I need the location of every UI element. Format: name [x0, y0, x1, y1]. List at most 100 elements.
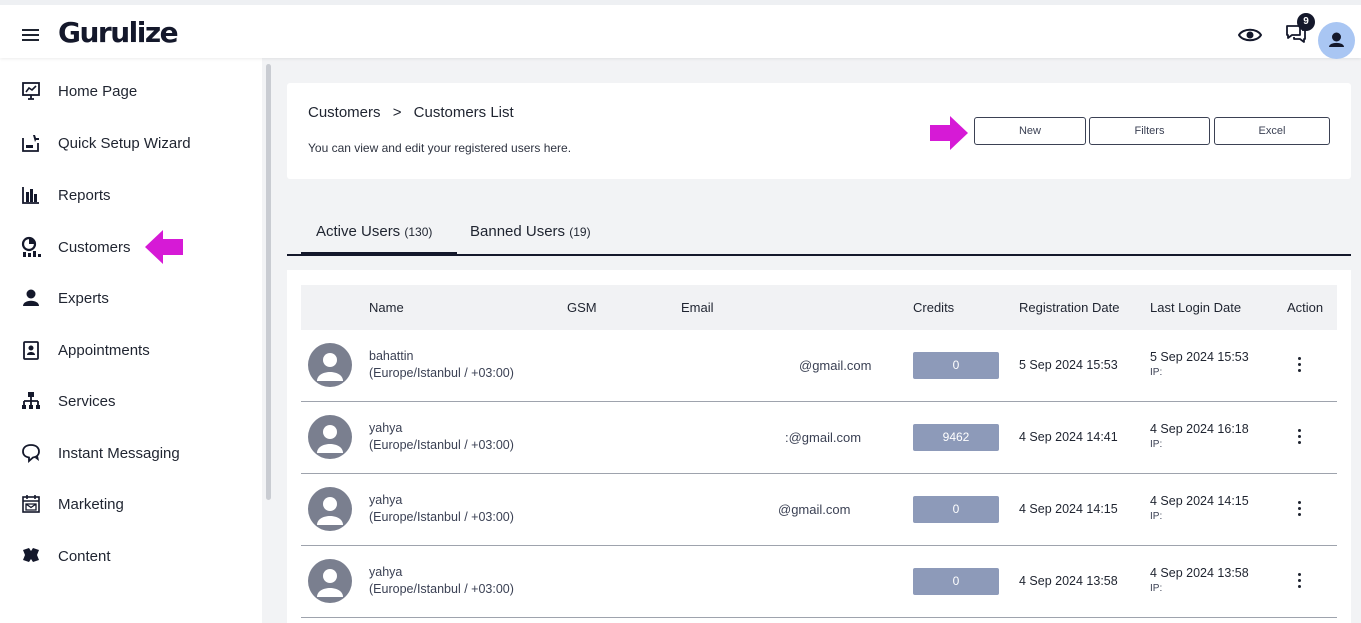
eye-icon[interactable] — [1238, 27, 1262, 43]
tab-active-users[interactable]: Active Users (130) — [316, 223, 432, 240]
user-avatar[interactable] — [1318, 22, 1355, 59]
sidebar-item-label: Experts — [58, 289, 109, 307]
customer-name: yahya — [369, 421, 403, 435]
sidebar-scrollbar[interactable] — [266, 64, 271, 500]
sidebar-item-home-page[interactable]: Home Page — [20, 79, 137, 103]
chat-icon — [22, 444, 40, 463]
customer-name-cell: yahya (Europe/Istanbul / +03:00) — [369, 492, 514, 526]
registration-date: 4 Sep 2024 14:41 — [1019, 430, 1118, 444]
credits-badge: 0 — [913, 496, 999, 523]
customer-email: :@gmail.com — [785, 430, 862, 445]
row-actions-kebab-icon[interactable] — [1298, 357, 1304, 375]
table-header: Name GSM Email Credits Registration Date… — [301, 285, 1337, 330]
tab-count: (130) — [404, 225, 433, 239]
last-login-ip: IP: — [1150, 511, 1163, 522]
app-logo[interactable]: Gurulize — [58, 16, 179, 49]
hamburger-menu-icon[interactable] — [22, 29, 39, 41]
customer-name: yahya — [369, 493, 403, 507]
column-header-last-login-date[interactable]: Last Login Date — [1150, 300, 1241, 315]
row-actions-kebab-icon[interactable] — [1298, 573, 1304, 591]
last-login-date: 4 Sep 2024 14:15 — [1150, 494, 1249, 508]
customer-avatar-icon — [308, 487, 352, 531]
sidebar-item-label: Customers — [58, 238, 131, 256]
filters-button[interactable]: Filters — [1089, 117, 1210, 145]
last-login-ip: IP: — [1150, 439, 1163, 450]
column-header-gsm[interactable]: GSM — [567, 300, 597, 315]
wizard-icon — [22, 135, 39, 152]
last-login-date: 5 Sep 2024 15:53 — [1150, 350, 1249, 364]
table-row[interactable]: yahya (Europe/Istanbul / +03:00) 0 4 Sep… — [301, 546, 1337, 618]
customer-timezone: (Europe/Istanbul / +03:00) — [369, 510, 514, 524]
sidebar-item-label: Quick Setup Wizard — [58, 134, 191, 152]
sidebar-item-label: Reports — [58, 186, 111, 204]
last-login-date: 4 Sep 2024 16:18 — [1150, 422, 1249, 436]
column-header-name[interactable]: Name — [369, 300, 404, 315]
sidebar-item-experts[interactable]: Experts — [20, 286, 109, 310]
credits-badge: 0 — [913, 352, 999, 379]
customer-name-cell: bahattin (Europe/Istanbul / +03:00) — [369, 348, 514, 382]
sidebar-item-services[interactable]: Services — [20, 389, 116, 413]
tab-count: (19) — [569, 225, 591, 239]
user-icon — [1329, 32, 1344, 47]
customers-table: Name GSM Email Credits Registration Date… — [287, 270, 1351, 623]
table-row[interactable]: yahya (Europe/Istanbul / +03:00) :@gmail… — [301, 402, 1337, 474]
customer-name: yahya — [369, 565, 403, 579]
notification-badge: 9 — [1297, 13, 1315, 31]
sidebar-item-content[interactable]: Content — [20, 544, 111, 568]
sidebar-item-customers[interactable]: Customers — [20, 235, 131, 259]
person-icon — [23, 289, 39, 306]
breadcrumb-root[interactable]: Customers — [308, 104, 381, 121]
breadcrumb-current: Customers List — [413, 104, 514, 121]
customer-avatar-icon — [308, 415, 352, 459]
sidebar-item-appointments[interactable]: Appointments — [20, 338, 150, 362]
sidebar-item-label: Content — [58, 547, 111, 565]
customer-name: bahattin — [369, 349, 414, 363]
last-login-cell: 5 Sep 2024 15:53 IP: — [1150, 349, 1249, 381]
last-login-date: 4 Sep 2024 13:58 — [1150, 566, 1249, 580]
sidebar-item-instant-messaging[interactable]: Instant Messaging — [20, 441, 180, 465]
sidebar-item-label: Home Page — [58, 82, 138, 100]
registration-date: 4 Sep 2024 13:58 — [1019, 574, 1118, 588]
customer-name-cell: yahya (Europe/Istanbul / +03:00) — [369, 420, 514, 454]
credits-badge: 9462 — [913, 424, 999, 451]
last-login-cell: 4 Sep 2024 13:58 IP: — [1150, 565, 1249, 597]
last-login-cell: 4 Sep 2024 14:15 IP: — [1150, 493, 1249, 525]
new-button[interactable]: New — [974, 117, 1086, 145]
row-actions-kebab-icon[interactable] — [1298, 429, 1304, 447]
customer-timezone: (Europe/Istanbul / +03:00) — [369, 438, 514, 452]
last-login-ip: IP: — [1150, 367, 1163, 378]
active-tab-indicator — [301, 252, 457, 256]
breadcrumb: Customers > Customers List — [308, 104, 514, 121]
last-login-cell: 4 Sep 2024 16:18 IP: — [1150, 421, 1249, 453]
column-header-credits[interactable]: Credits — [913, 300, 954, 315]
bar-chart-icon — [22, 187, 39, 204]
sidebar-item-marketing[interactable]: Marketing — [20, 492, 124, 516]
table-row[interactable]: bahattin (Europe/Istanbul / +03:00) @gma… — [301, 330, 1337, 402]
sidebar-item-label: Instant Messaging — [58, 444, 180, 462]
customers-icon — [21, 236, 41, 257]
hierarchy-icon — [22, 392, 40, 409]
customer-email: @gmail.com — [799, 358, 872, 373]
customer-avatar-icon — [308, 559, 352, 603]
top-header: Gurulize 9 — [0, 0, 1361, 59]
registration-date: 5 Sep 2024 15:53 — [1019, 358, 1118, 372]
page-subtitle: You can view and edit your registered us… — [308, 141, 572, 155]
excel-button[interactable]: Excel — [1214, 117, 1330, 145]
customer-timezone: (Europe/Istanbul / +03:00) — [369, 582, 514, 596]
sidebar-item-label: Marketing — [58, 495, 124, 513]
row-actions-kebab-icon[interactable] — [1298, 501, 1304, 519]
monitor-chart-icon — [22, 82, 40, 100]
annotation-arrow-right-icon — [930, 116, 968, 150]
sidebar-item-reports[interactable]: Reports — [20, 183, 111, 207]
tab-banned-users[interactable]: Banned Users (19) — [470, 223, 591, 240]
table-row[interactable]: yahya (Europe/Istanbul / +03:00) @gmail.… — [301, 474, 1337, 546]
sidebar-item-quick-setup-wizard[interactable]: Quick Setup Wizard — [20, 131, 191, 155]
customer-avatar-icon — [308, 343, 352, 387]
column-header-email[interactable]: Email — [681, 300, 714, 315]
tab-label: Active Users — [316, 223, 401, 240]
column-header-registration-date[interactable]: Registration Date — [1019, 300, 1119, 315]
customer-email: @gmail.com — [778, 502, 851, 517]
breadcrumb-separator: > — [392, 104, 402, 121]
page-header-card: Customers > Customers List You can view … — [287, 83, 1351, 179]
calendar-mail-icon — [22, 495, 40, 513]
